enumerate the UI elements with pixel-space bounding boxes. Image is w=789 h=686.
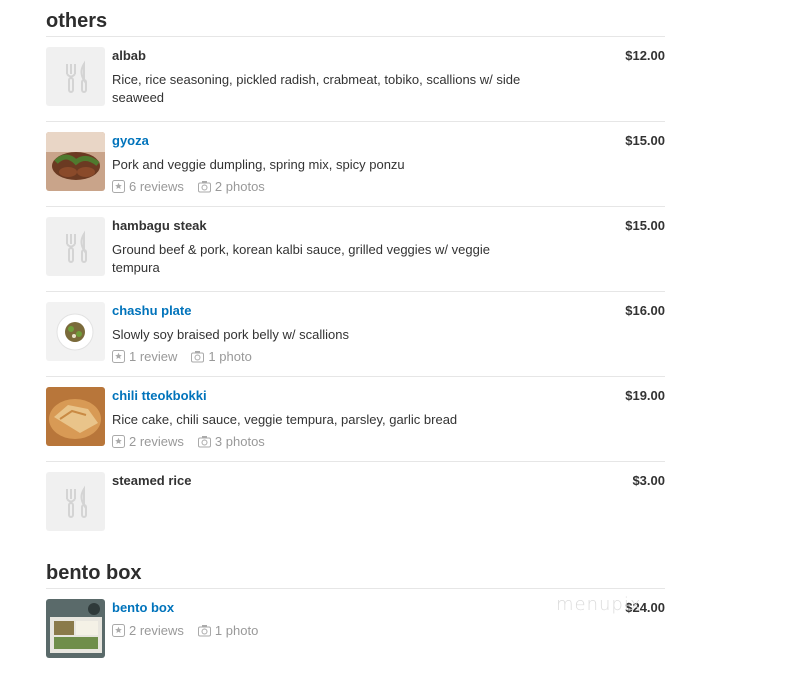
- reviews-count: 6 reviews: [129, 179, 184, 194]
- camera-icon: [197, 436, 211, 448]
- photos-count: 2 photos: [214, 179, 265, 194]
- item-photo-chashu-plate[interactable]: [46, 302, 105, 361]
- item-price: $3.00: [632, 473, 665, 488]
- reviews-count: 2 reviews: [129, 623, 184, 638]
- review-star-icon: [112, 624, 125, 637]
- item-name-link[interactable]: chashu plate: [112, 303, 191, 318]
- item-meta: 2 reviews 1 photo: [112, 623, 258, 638]
- item-photo-chili-tteokbokki[interactable]: [46, 387, 105, 446]
- item-price: $15.00: [625, 133, 665, 148]
- item-description: Rice, rice seasoning, pickled radish, cr…: [112, 72, 521, 105]
- review-star-icon: [112, 180, 125, 193]
- camera-icon: [197, 181, 211, 193]
- menu-item: steamed rice $3.00: [46, 462, 665, 546]
- item-price: $16.00: [625, 303, 665, 318]
- item-photo-bento-box[interactable]: [46, 599, 105, 658]
- item-price: $12.00: [625, 48, 665, 63]
- photos-count: 1 photo: [208, 349, 252, 364]
- fork-knife-icon: [46, 217, 105, 276]
- fork-knife-icon: [46, 472, 105, 531]
- reviews-count: 2 reviews: [129, 434, 184, 449]
- reviews-link[interactable]: 2 reviews: [112, 434, 184, 449]
- section-title: bento box: [46, 562, 142, 584]
- item-description: Rice cake, chili sauce, veggie tempura, …: [112, 412, 458, 427]
- section-others: others albab $12.00 Rice, rice seasoning…: [46, 6, 665, 546]
- menu-item: chashu plate $16.00 Slowly soy braised p…: [46, 292, 665, 377]
- item-name: steamed rice: [112, 473, 192, 488]
- photos-count: 1 photo: [214, 623, 259, 638]
- item-description: Slowly soy braised pork belly w/ scallio…: [112, 327, 349, 342]
- menu-item: albab $12.00 Rice, rice seasoning, pickl…: [46, 37, 665, 122]
- item-name-link[interactable]: chili tteokbokki: [112, 388, 207, 403]
- photos-link[interactable]: 1 photo: [197, 623, 259, 638]
- item-name: hambagu steak: [112, 218, 207, 233]
- item-price: $15.00: [625, 218, 665, 233]
- photos-link[interactable]: 2 photos: [197, 179, 265, 194]
- camera-icon: [191, 351, 205, 363]
- item-name: albab: [112, 48, 146, 63]
- menu-item: chili tteokbokki $19.00 Rice cake, chili…: [46, 377, 665, 462]
- item-meta: 1 review 1 photo: [112, 349, 252, 364]
- review-star-icon: [112, 435, 125, 448]
- item-photo-gyoza[interactable]: [46, 132, 105, 191]
- item-description: Ground beef & pork, korean kalbi sauce, …: [112, 242, 490, 275]
- photos-count: 3 photos: [214, 434, 265, 449]
- item-name-link[interactable]: bento box: [112, 600, 174, 615]
- section-bento-box: bento box bento box $24.00 2 reviews 1 p…: [46, 558, 665, 673]
- reviews-link[interactable]: 6 reviews: [112, 179, 184, 194]
- menu-item: gyoza $15.00 Pork and veggie dumpling, s…: [46, 122, 665, 207]
- watermark: menupix: [556, 594, 642, 615]
- photos-link[interactable]: 3 photos: [197, 434, 265, 449]
- item-meta: 6 reviews 2 photos: [112, 179, 265, 194]
- section-title: others: [46, 10, 108, 32]
- reviews-count: 1 review: [129, 349, 178, 364]
- item-name-link[interactable]: gyoza: [112, 133, 149, 148]
- reviews-link[interactable]: 1 review: [112, 349, 177, 364]
- menu-item: hambagu steak $15.00 Ground beef & pork,…: [46, 207, 665, 292]
- review-star-icon: [112, 350, 125, 363]
- item-meta: 2 reviews 3 photos: [112, 434, 265, 449]
- reviews-link[interactable]: 2 reviews: [112, 623, 184, 638]
- item-description: Pork and veggie dumpling, spring mix, sp…: [112, 157, 405, 172]
- camera-icon: [197, 625, 211, 637]
- item-price: $19.00: [625, 388, 665, 403]
- photos-link[interactable]: 1 photo: [191, 349, 252, 364]
- fork-knife-icon: [46, 47, 105, 106]
